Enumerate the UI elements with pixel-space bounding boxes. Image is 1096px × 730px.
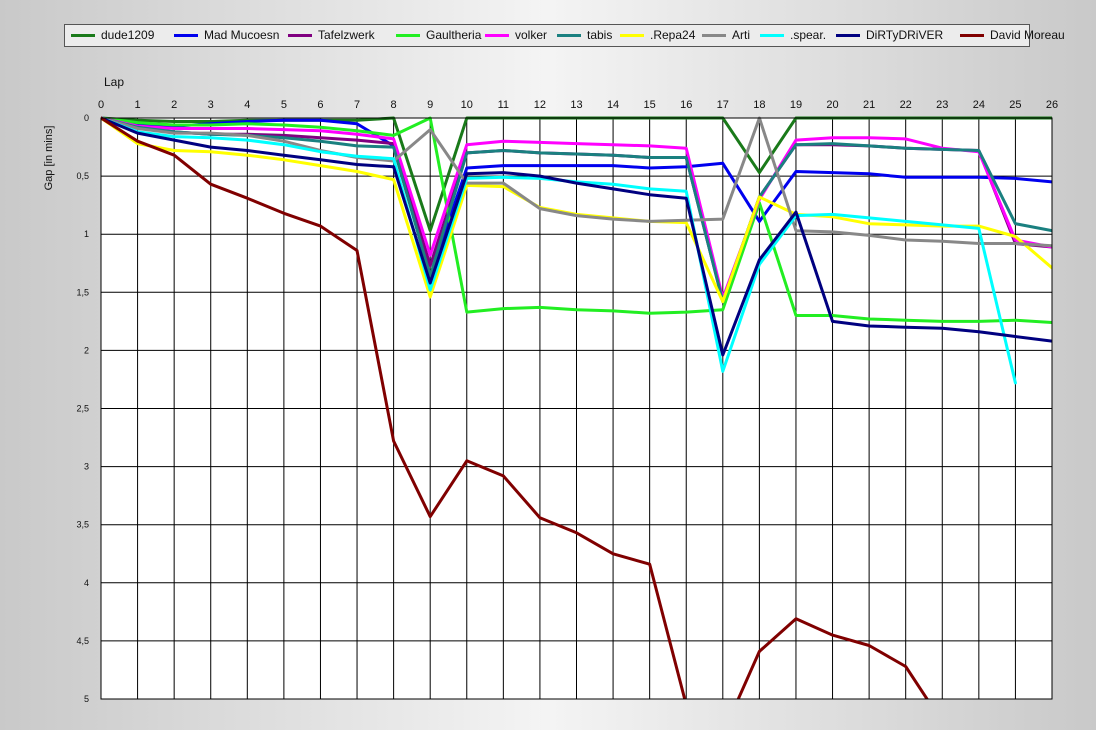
y-tick-label: 2 bbox=[84, 345, 89, 355]
x-tick-label: 1 bbox=[135, 99, 141, 111]
x-tick-label: 11 bbox=[498, 99, 509, 111]
y-tick-label: 1,5 bbox=[76, 287, 89, 297]
x-tick-label: 6 bbox=[317, 99, 323, 111]
x-tick-label: 5 bbox=[281, 99, 287, 111]
y-tick-label: 2,5 bbox=[76, 404, 89, 414]
chart: dude1209 Mad Mucoesn Tafelzwerk Gaultheria v… bbox=[0, 0, 1096, 730]
x-tick-label: 14 bbox=[607, 99, 619, 111]
x-tick-label: 24 bbox=[973, 99, 985, 111]
y-tick-label: 0 bbox=[84, 113, 89, 123]
x-tick-label: 8 bbox=[391, 99, 397, 111]
x-tick-label: 2 bbox=[171, 99, 177, 111]
x-tick-label: 25 bbox=[1009, 99, 1021, 111]
x-tick-label: 18 bbox=[753, 99, 765, 111]
x-tick-label: 26 bbox=[1046, 99, 1058, 111]
x-tick-label: 10 bbox=[461, 99, 473, 111]
x-tick-label: 7 bbox=[354, 99, 360, 111]
x-tick-label: 20 bbox=[826, 99, 838, 111]
x-tick-label: 13 bbox=[570, 99, 582, 111]
x-tick-label: 12 bbox=[534, 99, 546, 111]
x-tick-label: 4 bbox=[244, 99, 250, 111]
plot-svg: Lap Gap [in mins] 0 1 2 3 4 5 6 7 8 9 10 11 12 13 14 15… bbox=[43, 75, 1058, 704]
x-tick-label: 17 bbox=[717, 99, 729, 111]
x-tick-label: 22 bbox=[900, 99, 912, 111]
x-tick-label: 19 bbox=[790, 99, 802, 111]
x-tick-label: 21 bbox=[863, 99, 875, 111]
x-tick-label: 23 bbox=[936, 99, 948, 111]
y-tick-label: 0,5 bbox=[76, 171, 89, 181]
x-tick-label: 0 bbox=[98, 99, 104, 111]
y-tick-label: 4,5 bbox=[76, 636, 89, 646]
y-tick-label: 4 bbox=[84, 578, 89, 588]
x-tick-label: 16 bbox=[680, 99, 692, 111]
x-tick-label: 15 bbox=[644, 99, 656, 111]
y-tick-label: 3 bbox=[84, 462, 89, 472]
y-tick-label: 3,5 bbox=[76, 520, 89, 530]
y-tick-label: 1 bbox=[84, 229, 89, 239]
x-tick-label: 3 bbox=[208, 99, 214, 111]
y-tick-label: 5 bbox=[84, 694, 89, 704]
x-tick-label: 9 bbox=[427, 99, 433, 111]
y-axis-label: Gap [in mins] bbox=[43, 126, 55, 191]
x-axis-label: Lap bbox=[104, 75, 124, 89]
